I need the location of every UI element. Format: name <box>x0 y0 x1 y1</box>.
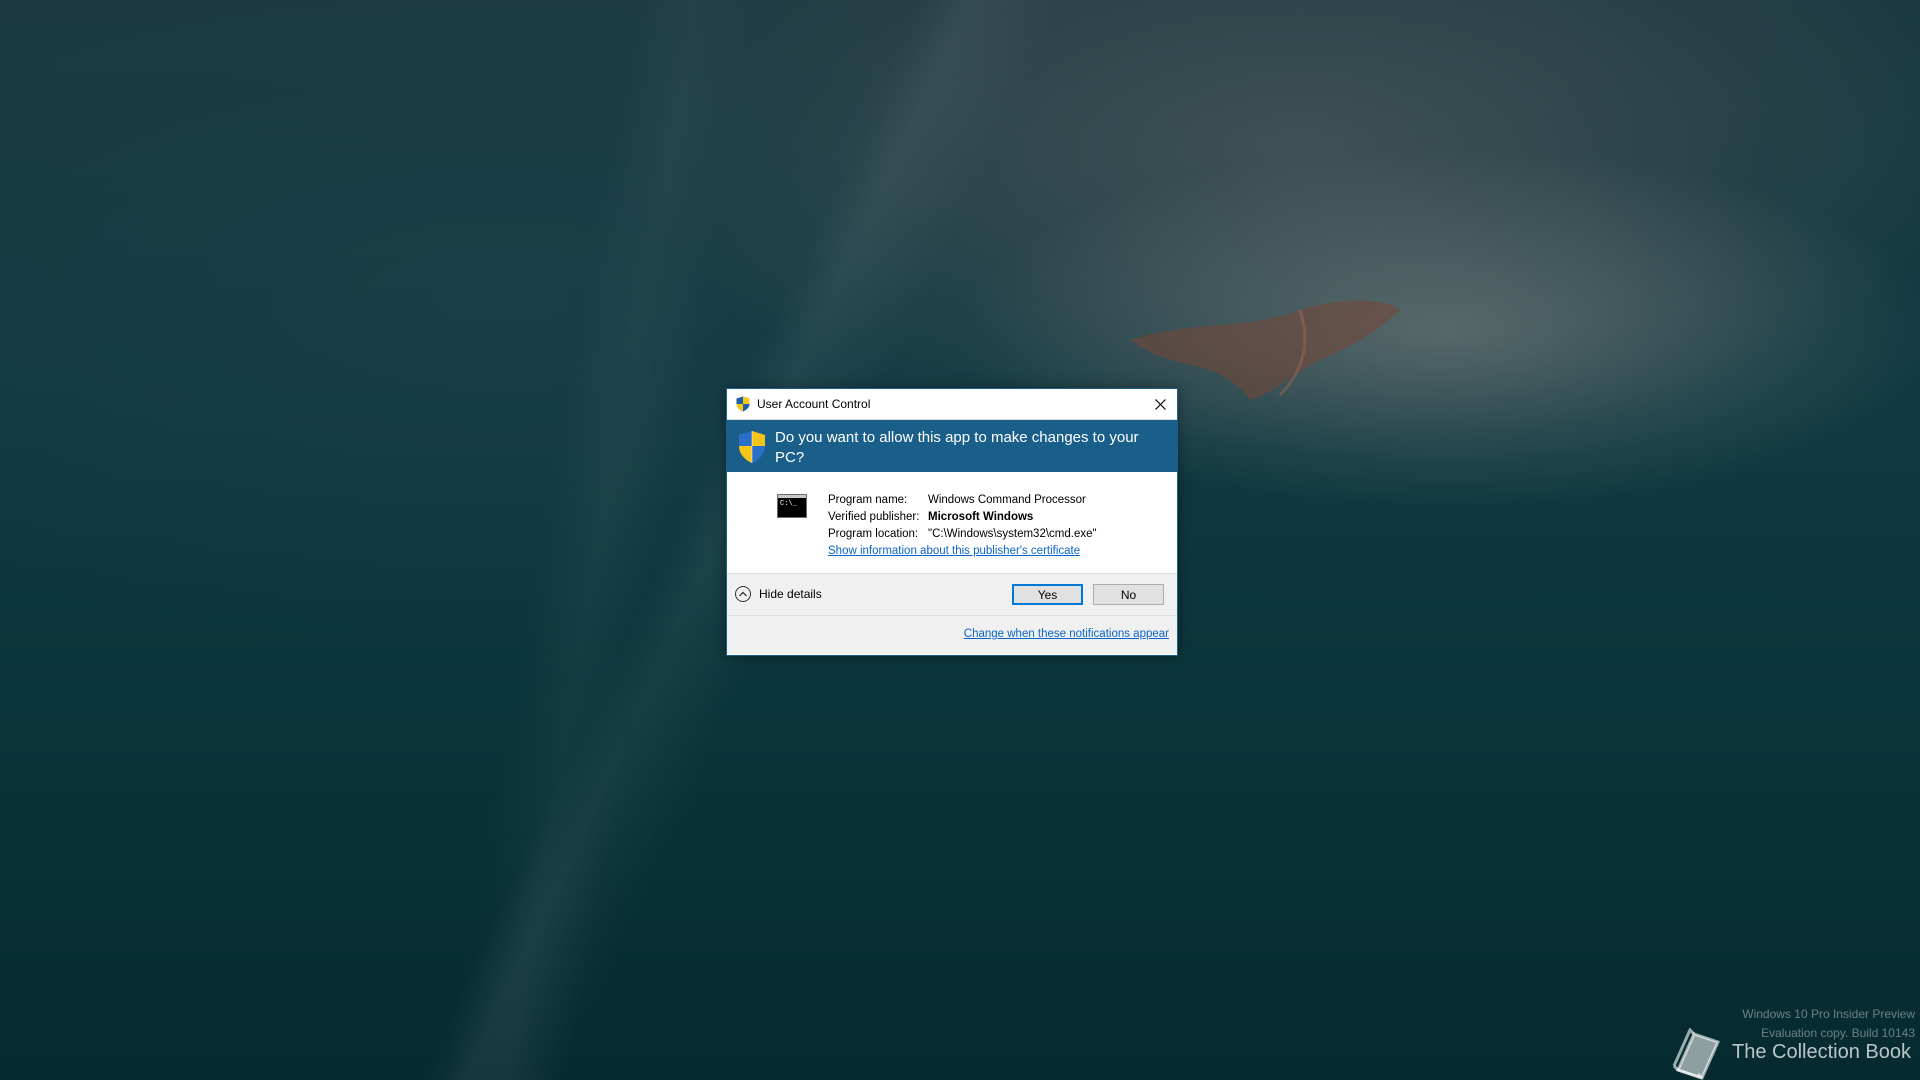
close-icon <box>1154 398 1166 410</box>
logo-text: The Collection Book <box>1732 1040 1911 1063</box>
program-name-value: Windows Command Processor <box>928 494 1086 506</box>
question-banner: Do you want to allow this app to make ch… <box>727 420 1177 472</box>
watermark-line-1: Windows 10 Pro Insider Preview <box>1742 1007 1915 1021</box>
location-value: "C:\Windows\system32\cmd.exe" <box>928 528 1097 540</box>
cmd-program-icon: C:\_ <box>777 494 807 518</box>
cmd-icon-titlebar <box>778 495 806 498</box>
notification-settings-link[interactable]: Change when these notifications appear <box>964 628 1169 640</box>
program-name-label: Program name: <box>828 494 908 506</box>
book-icon <box>1672 1028 1721 1080</box>
uac-shield-icon <box>736 396 750 412</box>
chevron-up-icon <box>735 586 751 602</box>
hide-details-toggle[interactable]: Hide details <box>735 586 822 602</box>
program-info: Program name: Windows Command Processor … <box>828 492 1097 573</box>
uac-shield-icon <box>739 431 765 463</box>
yes-button[interactable]: Yes <box>1012 584 1083 605</box>
dialog-titlebar: User Account Control <box>727 389 1177 420</box>
certificate-link[interactable]: Show information about this publisher's … <box>828 545 1080 557</box>
program-details: C:\_ Program name: Windows Command Proce… <box>727 472 1177 573</box>
publisher-row: Verified publisher: Microsoft Windows <box>828 509 1097 526</box>
location-label: Program location: <box>828 528 919 540</box>
uac-question: Do you want to allow this app to make ch… <box>775 429 1139 466</box>
publisher-label: Verified publisher: <box>828 511 920 523</box>
location-row: Program location: "C:\Windows\system32\c… <box>828 526 1097 543</box>
dialog-button-bar: Hide details Yes No <box>727 573 1177 615</box>
hide-details-label: Hide details <box>759 587 822 601</box>
close-button[interactable] <box>1143 389 1177 419</box>
dialog-footer: Change when these notifications appear <box>727 615 1177 654</box>
cmd-icon-prompt: C:\_ <box>780 500 797 508</box>
dialog-title: User Account Control <box>757 397 871 411</box>
uac-dialog: User Account Control Do you want to allo… <box>726 388 1178 656</box>
publisher-value: Microsoft Windows <box>928 511 1034 523</box>
collection-book-logo: The Collection Book <box>1668 1028 1911 1080</box>
program-name-row: Program name: Windows Command Processor <box>828 492 1097 509</box>
no-button[interactable]: No <box>1093 584 1164 605</box>
